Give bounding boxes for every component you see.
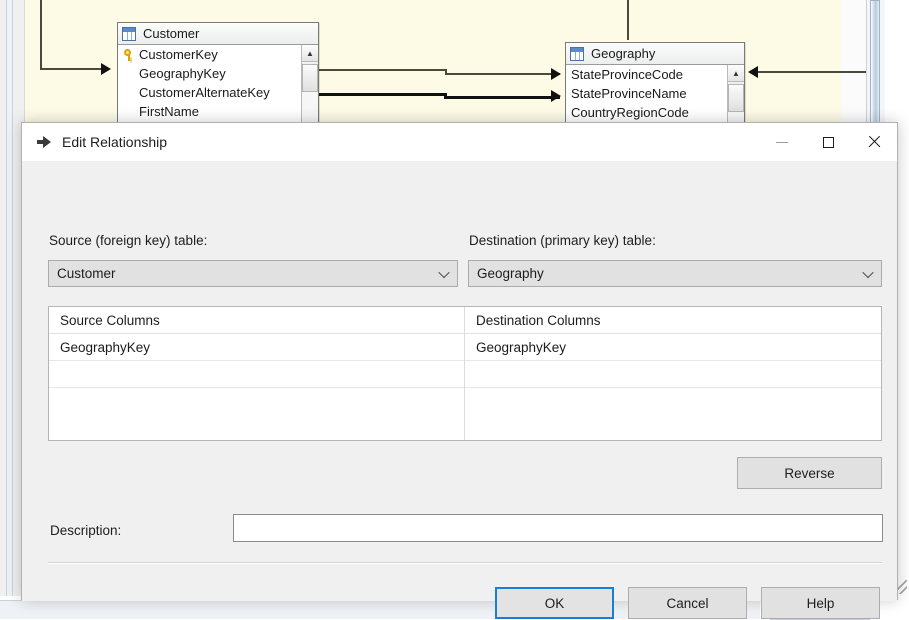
chevron-down-icon [438, 266, 450, 278]
er-table-geography-title: Geography [591, 46, 656, 61]
er-table-customer-scrollbar[interactable]: ▲ [301, 45, 318, 126]
er-table-customer-body: CustomerKey GeographyKey CustomerAlterna… [118, 45, 318, 126]
designer-left-scroll-strip[interactable] [6, 0, 13, 604]
maximize-icon [822, 136, 834, 148]
table-row[interactable]: GeographyKey [465, 334, 881, 361]
minimize-button[interactable] [759, 123, 805, 161]
dialog-title: Edit Relationship [62, 134, 168, 150]
connector-line-mid-b2 [444, 96, 560, 99]
window-controls [759, 123, 897, 161]
er-column-label: CustomerAlternateKey [139, 85, 270, 100]
table-row[interactable] [465, 361, 881, 388]
destination-table-value: Geography [477, 266, 544, 281]
er-column-label: CountryRegionCode [571, 105, 689, 120]
scroll-up-icon[interactable]: ▲ [728, 65, 744, 82]
maximize-button[interactable] [805, 123, 851, 161]
er-table-geography-header: Geography [566, 43, 744, 65]
er-column-row: StateProvinceName [566, 84, 744, 103]
er-column-row: GeographyKey [118, 64, 318, 83]
er-column-row: StateProvinceCode [566, 65, 744, 84]
er-column-row: CustomerKey [118, 45, 318, 64]
help-button[interactable]: Help [761, 587, 880, 619]
connector-line-mid-b1 [317, 93, 447, 96]
er-column-row: FirstName [118, 102, 318, 121]
table-row[interactable]: GeographyKey [49, 334, 464, 361]
connector-line-left-vertical [40, 0, 42, 70]
er-column-label: CustomerKey [139, 47, 218, 62]
table-row[interactable] [49, 361, 464, 388]
destination-table-label: Destination (primary key) table: [469, 233, 656, 248]
columns-mapping-grid[interactable]: Source Columns GeographyKey Destination … [48, 306, 882, 441]
table-grid-icon [122, 26, 136, 41]
close-icon [867, 135, 881, 149]
source-table-select[interactable]: Customer [48, 260, 458, 287]
er-column-label: GeographyKey [139, 66, 226, 81]
source-table-label: Source (foreign key) table: [49, 233, 208, 248]
scroll-track[interactable] [728, 84, 744, 126]
close-button[interactable] [851, 123, 897, 161]
er-column-row: CountryRegionCode [566, 103, 744, 122]
reverse-button[interactable]: Reverse [737, 457, 882, 489]
connector-line-mid-a1 [317, 69, 447, 71]
dialog-body: Source (foreign key) table: Customer Des… [22, 161, 897, 619]
er-column-label: FirstName [139, 104, 199, 119]
cancel-button[interactable]: Cancel [628, 587, 747, 619]
connector-line-mid-a2 [445, 73, 560, 75]
connector-arrow-from-right [748, 66, 758, 78]
edit-relationship-dialog: Edit Relationship Source (foreign key) t… [21, 122, 898, 619]
footer-separator [48, 562, 882, 564]
description-label: Description: [50, 523, 122, 538]
er-column-label: StateProvinceName [571, 86, 687, 101]
connector-line-top-vertical [627, 0, 629, 40]
er-table-customer-header: Customer [118, 23, 318, 45]
er-table-geography-body: StateProvinceCode StateProvinceName Coun… [566, 65, 744, 126]
app-root: Customer CustomerKey GeographyKey Custom… [0, 0, 909, 620]
er-column-row: CustomerAlternateKey [118, 83, 318, 102]
scroll-up-icon[interactable]: ▲ [302, 45, 318, 62]
dialog-titlebar[interactable]: Edit Relationship [22, 123, 897, 161]
source-columns-header: Source Columns [49, 307, 464, 334]
relationship-arrow-icon [36, 134, 52, 150]
scroll-thumb[interactable] [728, 84, 744, 112]
ok-button[interactable]: OK [495, 587, 614, 619]
table-grid-icon [570, 46, 584, 61]
connector-arrow-into-geography-2 [551, 90, 561, 102]
connector-line-right-horizontal [758, 71, 868, 73]
scroll-track[interactable] [302, 64, 318, 126]
connector-arrow-into-geography-1 [551, 68, 561, 80]
source-table-value: Customer [57, 266, 116, 281]
er-table-customer-title: Customer [143, 26, 200, 41]
er-table-geography-scrollbar[interactable]: ▲ [727, 65, 744, 126]
destination-columns-pane: Destination Columns GeographyKey [465, 307, 881, 440]
destination-columns-header: Destination Columns [465, 307, 881, 334]
connector-arrow-into-customer [101, 63, 111, 75]
primary-key-icon [123, 48, 136, 61]
chevron-down-icon [862, 266, 874, 278]
er-table-customer[interactable]: Customer CustomerKey GeographyKey Custom… [117, 22, 319, 128]
destination-table-select[interactable]: Geography [468, 260, 882, 287]
minimize-icon [776, 141, 788, 143]
scroll-thumb[interactable] [302, 64, 318, 92]
description-input[interactable] [233, 514, 883, 542]
er-table-geography[interactable]: Geography StateProvinceCode StateProvinc… [565, 42, 745, 128]
er-column-label: StateProvinceCode [571, 67, 684, 82]
connector-line-left-horizontal [40, 68, 108, 70]
source-columns-pane: Source Columns GeographyKey [49, 307, 465, 440]
